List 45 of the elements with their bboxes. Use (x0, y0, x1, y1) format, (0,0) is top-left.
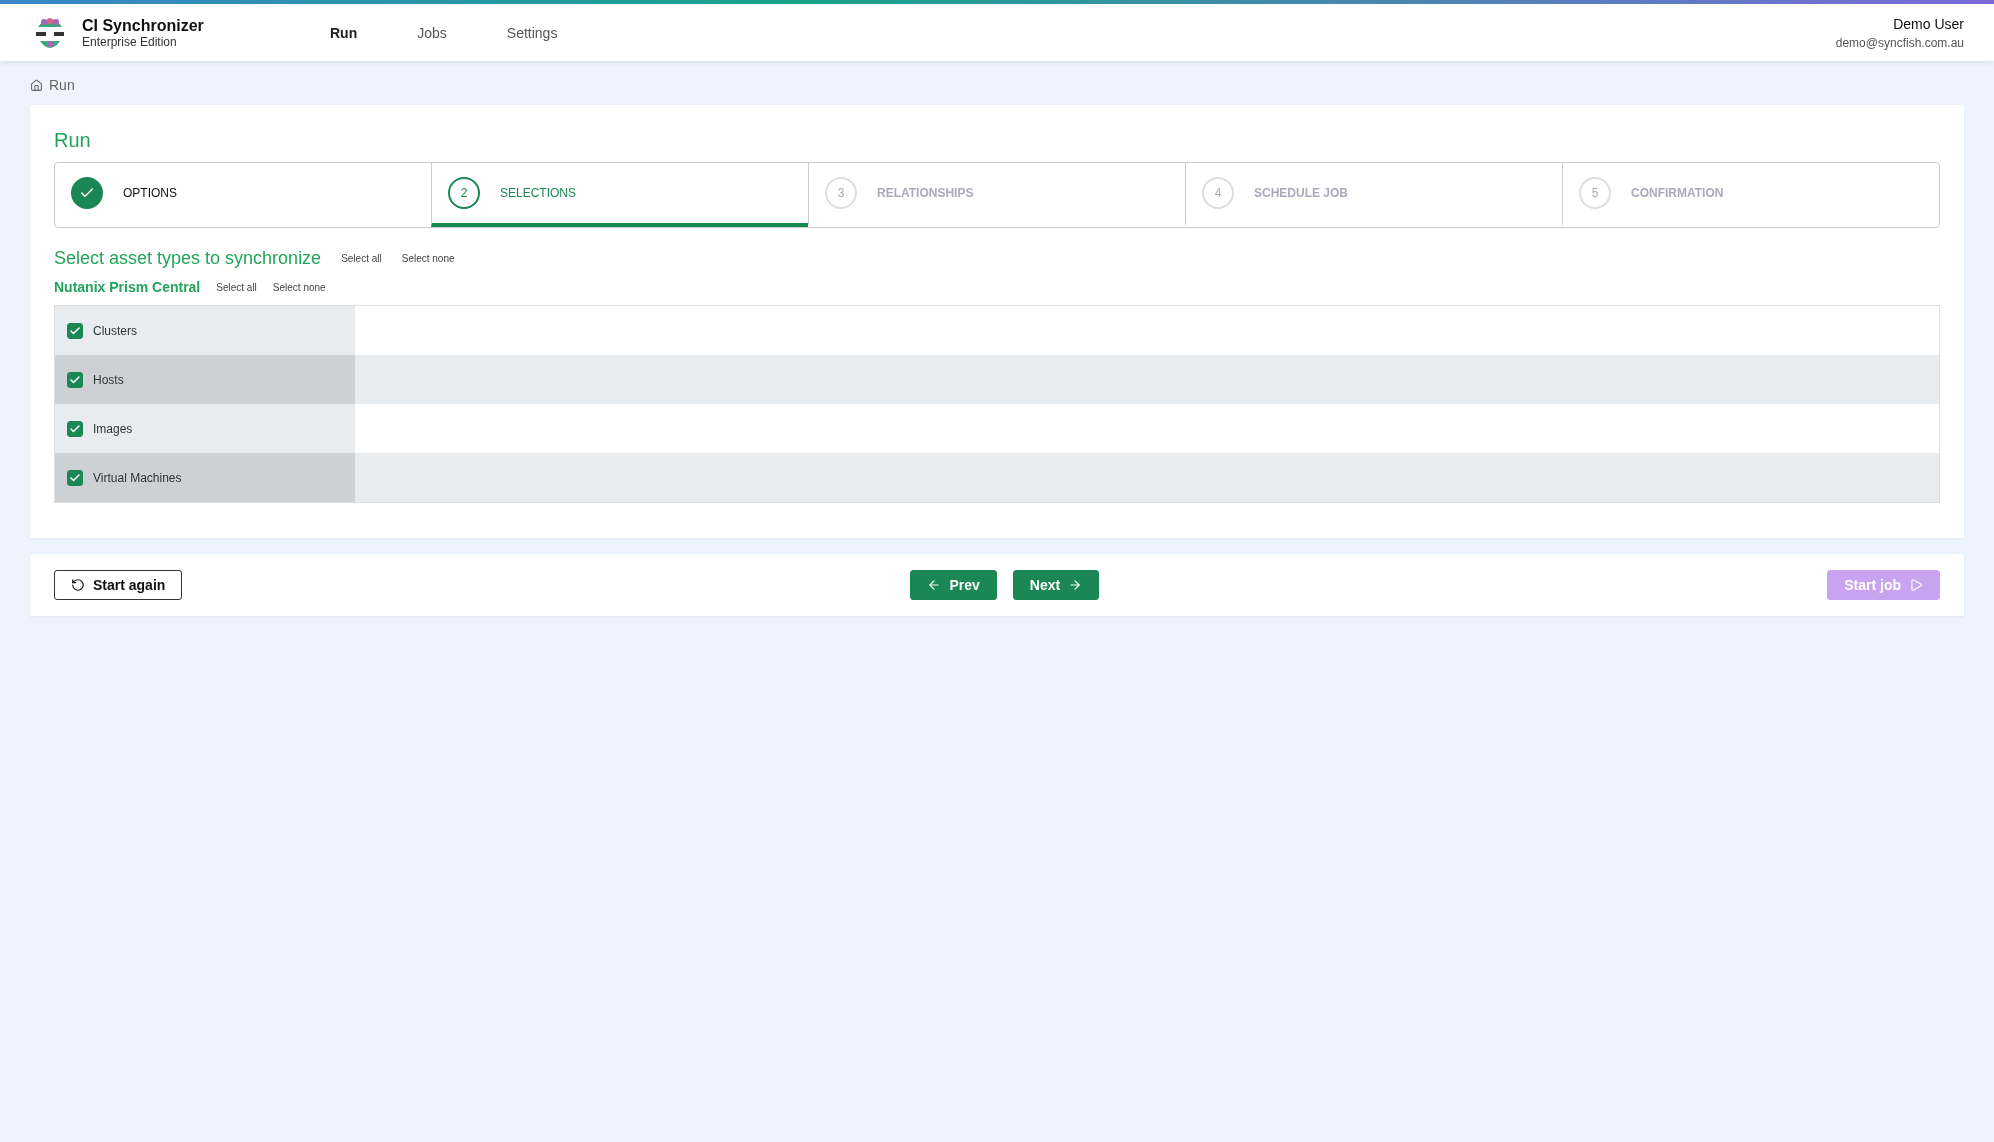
undo-icon (71, 578, 85, 592)
checkbox[interactable] (67, 322, 83, 339)
play-icon (1909, 578, 1923, 592)
asset-label: Clusters (93, 323, 137, 338)
page-title: Run (54, 129, 92, 152)
checkbox[interactable] (67, 420, 83, 437)
step-circle: 5 (1579, 177, 1611, 209)
asset-label: Virtual Machines (93, 470, 182, 485)
nav-link[interactable]: Settings (506, 24, 558, 41)
asset-checkbox-cell[interactable]: Images (55, 404, 355, 453)
nav-link[interactable]: Jobs (417, 24, 447, 41)
step-tab[interactable]: OPTIONS (55, 163, 431, 227)
select-all-link[interactable]: Select all (216, 281, 257, 293)
asset-label: Images (93, 421, 133, 436)
check-icon (69, 324, 81, 337)
step-circle: 3 (825, 177, 857, 209)
app-title: CI Synchronizer (82, 16, 204, 35)
step-circle: 2 (448, 177, 480, 209)
asset-checkbox-cell[interactable]: Clusters (55, 306, 355, 355)
start-again-button[interactable]: Start again (54, 570, 183, 600)
asset-checkbox-cell[interactable]: Virtual Machines (55, 453, 355, 502)
arrow-right-icon (1068, 578, 1083, 592)
app-edition: Enterprise Edition (82, 34, 178, 49)
step-tab[interactable]: 2 SELECTIONS (431, 163, 808, 227)
breadcrumb-link[interactable]: Run (49, 77, 75, 93)
step-circle: 4 (1202, 177, 1234, 209)
check-icon (69, 373, 81, 386)
checkbox[interactable] (67, 469, 83, 486)
check-icon (69, 422, 81, 435)
nav-link[interactable]: Run (330, 24, 358, 41)
user-name: Demo User (1893, 15, 1964, 32)
prev-button[interactable]: Prev (910, 570, 997, 600)
checkbox[interactable] (67, 371, 83, 388)
select-all-link[interactable]: Select all (341, 253, 382, 264)
arrow-left-icon (927, 578, 942, 592)
user-email: demo@syncfish.com.au (1835, 35, 1964, 50)
select-none-link[interactable]: Select none (401, 253, 455, 264)
home-icon[interactable] (30, 78, 43, 92)
select-none-link[interactable]: Select none (272, 281, 326, 293)
next-button[interactable]: Next (1012, 570, 1100, 600)
asset-label: Hosts (93, 372, 124, 387)
check-icon (69, 471, 81, 484)
asset-checkbox-cell[interactable]: Hosts (55, 355, 355, 404)
section-title: Select asset types to synchronize (54, 248, 322, 269)
group-title: Nutanix Prism Central (54, 279, 201, 295)
